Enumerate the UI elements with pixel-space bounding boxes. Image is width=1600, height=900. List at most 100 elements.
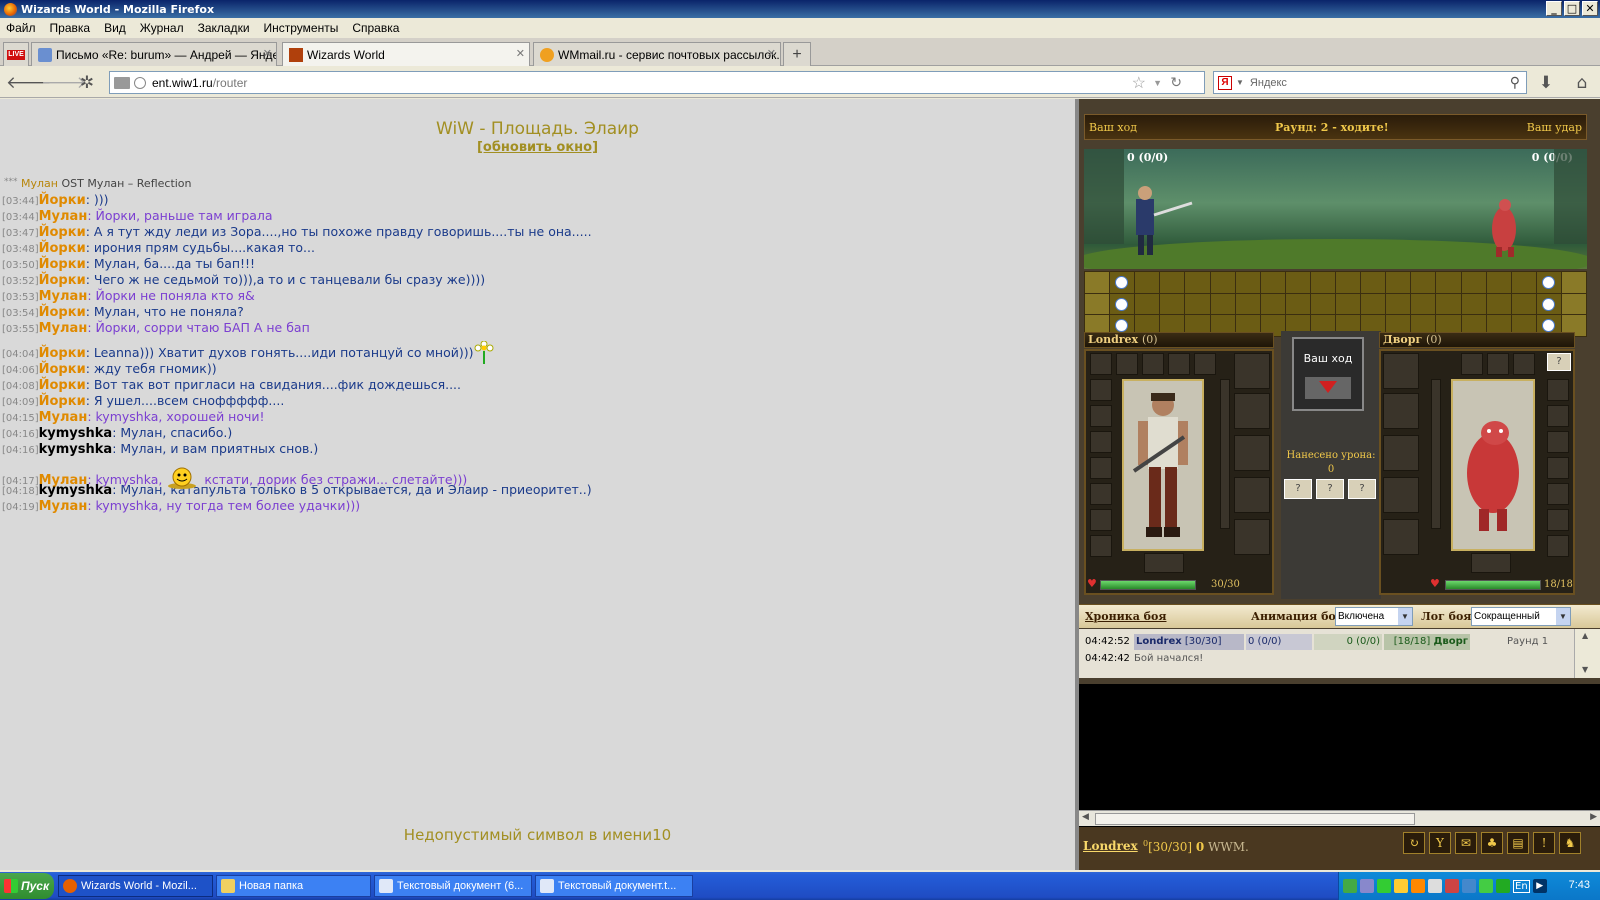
equipment-slot[interactable] [1194,353,1216,375]
chat-nick[interactable]: Мулан [39,289,88,304]
chat-nick[interactable]: Мулан [39,499,88,514]
bookmark-star-icon[interactable]: ☆ [1132,73,1146,93]
help-button-1[interactable]: ? [1284,479,1312,499]
alert-icon[interactable]: ! [1533,832,1555,854]
enemy-info-button[interactable]: ? [1547,353,1571,371]
chat-nick[interactable]: Йорки [39,241,86,256]
start-button[interactable]: Пуск [0,873,54,899]
player-name-plate[interactable]: Londrex (0) [1084,332,1274,348]
chat-nick[interactable]: Йорки [39,394,86,409]
grid-cell[interactable] [1461,293,1486,315]
grid-cell[interactable] [1561,293,1586,315]
grid-cell[interactable] [1536,272,1561,293]
equipment-slot[interactable] [1090,483,1112,505]
attack-arrow-icon[interactable] [1305,377,1351,399]
new-tab-button[interactable]: + [783,42,811,66]
grid-cell[interactable] [1285,293,1310,315]
grid-cell[interactable] [1210,272,1235,293]
equipment-slot[interactable] [1383,393,1419,429]
grid-cell[interactable] [1260,293,1285,315]
menu-history[interactable]: Журнал [140,21,184,35]
tray-app-icon[interactable] [1428,879,1442,893]
chat-nick[interactable]: kymyshka [39,426,113,441]
grid-cell[interactable] [1235,272,1260,293]
equipment-slot[interactable] [1144,553,1184,573]
maximize-button[interactable]: □ [1564,1,1580,16]
equipment-slot[interactable] [1431,379,1441,529]
potion-icon[interactable]: ♣ [1481,832,1503,854]
refresh-link-text[interactable]: [обновить окно] [477,140,598,155]
equipment-slot[interactable] [1461,353,1483,375]
grid-cell[interactable] [1436,293,1461,315]
chat-nick[interactable]: kymyshka [39,442,113,457]
chat-nick[interactable]: Йорки [39,346,86,361]
close-tab-icon[interactable]: ✕ [516,47,525,60]
equipment-slot[interactable] [1142,353,1164,375]
enemy-name[interactable]: Дворг [1383,333,1422,346]
chat-nick[interactable]: Йорки [39,257,86,272]
home-icon[interactable]: ⌂ [1571,72,1593,94]
equipment-slot[interactable] [1168,353,1190,375]
grid-cell[interactable] [1461,272,1486,293]
equipment-slot[interactable] [1234,435,1270,471]
equipment-slot[interactable] [1234,477,1270,513]
equipment-slot[interactable] [1090,509,1112,531]
chevron-down-icon[interactable]: ▼ [1556,608,1570,625]
chat-nick[interactable]: Йорки [39,273,86,288]
download-icon[interactable]: ⬇ [1535,72,1557,94]
task-notepad-1[interactable]: Текстовый документ (6... [374,875,532,897]
grid-cell[interactable] [1160,293,1185,315]
chat-nick[interactable]: Йорки [39,305,86,320]
grid-cell[interactable] [1085,272,1110,293]
equipment-slot[interactable] [1547,535,1569,557]
grid-cell[interactable] [1135,293,1160,315]
yandex-icon[interactable]: Я [1218,75,1232,90]
horizontal-scrollbar[interactable]: ◀ ▶ [1079,810,1600,826]
grid-cell[interactable] [1336,293,1361,315]
close-tab-icon[interactable]: ✕ [263,47,272,60]
task-notepad-2[interactable]: Текстовый документ.t... [535,875,693,897]
equipment-slot[interactable] [1471,553,1511,573]
menu-view[interactable]: Вид [104,21,126,35]
reload-icon[interactable]: ↻ [1170,74,1182,91]
battle-chronicle-link[interactable]: Хроника боя [1085,610,1166,623]
grid-cell[interactable] [1386,272,1411,293]
menu-help[interactable]: Справка [352,21,399,35]
search-input[interactable]: Яндекс [1250,77,1287,89]
refresh-window-link[interactable]: [обновить окно] [0,140,1075,155]
enemy-name-plate[interactable]: Дворг (0) [1379,332,1575,348]
search-engine-dropdown-icon[interactable]: ▼ [1236,78,1244,87]
grid-cell[interactable] [1386,293,1411,315]
equipment-slot[interactable] [1383,435,1419,471]
tray-app-icon[interactable] [1343,879,1357,893]
chat-nick[interactable]: Мулан [39,410,88,425]
scroll-left-icon[interactable]: ◀ [1082,812,1089,822]
scroll-thumb[interactable] [1095,813,1415,825]
enemy-portrait[interactable] [1451,379,1535,551]
grid-cell[interactable] [1185,272,1210,293]
player-portrait[interactable] [1122,379,1204,551]
equipment-slot[interactable] [1090,353,1112,375]
grid-cell[interactable] [1310,293,1335,315]
equipment-slot[interactable] [1234,353,1270,389]
menu-tools[interactable]: Инструменты [264,21,339,35]
chevron-down-icon[interactable]: ▼ [1398,608,1412,625]
animation-select[interactable]: Включена ▼ [1335,607,1413,626]
language-indicator[interactable]: En [1513,879,1530,893]
menu-bookmarks[interactable]: Закладки [198,21,250,35]
character-icon[interactable]: ♞ [1559,832,1581,854]
task-firefox[interactable]: Wizards World - Mozil... [58,875,213,897]
equipment-slot[interactable] [1090,379,1112,401]
equipment-slot[interactable] [1090,535,1112,557]
chat-nick[interactable]: Йорки [39,193,86,208]
book-icon[interactable]: ▤ [1507,832,1529,854]
grid-cell[interactable] [1336,272,1361,293]
chat-nick[interactable]: Йорки [39,362,86,377]
refresh-icon[interactable]: ↻ [1403,832,1425,854]
grid-cell[interactable] [1411,272,1436,293]
equipment-slot[interactable] [1547,379,1569,401]
tray-app-icon[interactable] [1462,879,1476,893]
chat-nick[interactable]: Мулан [39,321,88,336]
search-icon[interactable]: ⚲ [1510,74,1520,91]
addon-icon[interactable]: ✲ [76,72,98,94]
